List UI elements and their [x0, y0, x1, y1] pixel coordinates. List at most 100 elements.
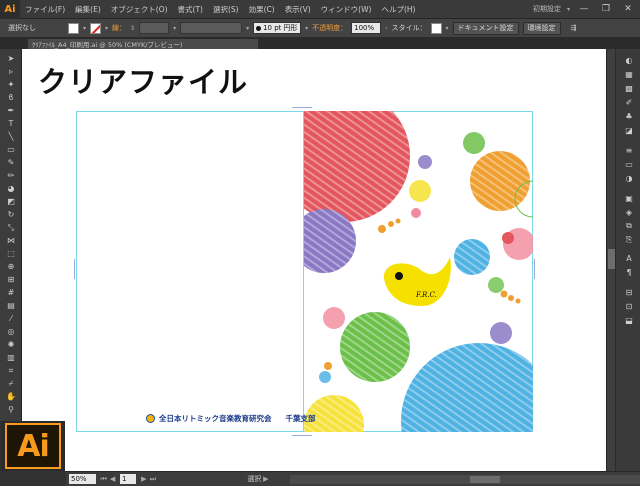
transparency-icon[interactable]: ◑	[621, 173, 637, 183]
graph-icon[interactable]: ▥	[4, 352, 18, 363]
eyedropper-icon[interactable]: ⁄	[4, 313, 18, 324]
slice-icon[interactable]: ⌿	[4, 378, 18, 389]
transform-icon[interactable]: ⬓	[621, 315, 637, 325]
stroke-dropdown-icon[interactable]: ▾	[105, 25, 108, 32]
document-tab[interactable]: ｸﾘｱﾌｧｲﾙ_A4_印刷用.ai @ 50% (CMYK/プレビュー)	[28, 39, 258, 49]
next-artboard-icon[interactable]: ▶	[139, 475, 148, 483]
artboard-number-field[interactable]: 1	[120, 474, 137, 484]
fill-dropdown-icon[interactable]: ▾	[83, 25, 86, 32]
zoom-icon[interactable]: ⚲	[4, 404, 18, 415]
swatches-icon[interactable]: ▩	[621, 83, 637, 93]
appearance-icon[interactable]: ▣	[621, 193, 637, 203]
canvas-title-text[interactable]: クリアファイル	[38, 59, 248, 101]
first-artboard-icon[interactable]: ⏮	[99, 475, 108, 484]
selection-icon[interactable]: ➤	[4, 53, 18, 64]
shape-builder-icon[interactable]: ⊕	[4, 261, 18, 272]
close-icon[interactable]: ✕	[620, 3, 636, 15]
menu-help[interactable]: ヘルプ(H)	[376, 4, 420, 15]
opacity-dropdown-icon[interactable]: ›	[385, 25, 387, 32]
ai-badge: Ai	[1, 421, 65, 471]
opacity-label[interactable]: 不透明度：	[312, 23, 347, 33]
vertical-scroll-thumb[interactable]	[608, 249, 615, 269]
current-tool-status[interactable]: 選択	[247, 474, 261, 484]
brushes-icon[interactable]: ✐	[621, 97, 637, 107]
opacity-field[interactable]: 100%	[351, 22, 382, 34]
pencil-icon[interactable]: ✏	[4, 170, 18, 181]
arrange-documents-icon[interactable]: ⇶	[571, 24, 577, 32]
brush-dropdown-icon[interactable]: ▾	[305, 25, 308, 32]
direct-selection-icon[interactable]: ▹	[4, 66, 18, 77]
vertical-scrollbar[interactable]	[607, 49, 616, 471]
app-logo[interactable]: Ai	[0, 0, 20, 19]
workspace-switcher[interactable]: 初期設定	[533, 4, 561, 14]
graphic-style-swatch[interactable]	[430, 22, 442, 34]
purple-small-circle	[418, 155, 432, 169]
menu-view[interactable]: 表示(V)	[280, 4, 316, 15]
menu-edit[interactable]: 編集(E)	[70, 4, 106, 15]
fill-swatch[interactable]	[68, 22, 79, 34]
style-dropdown-icon[interactable]: ▾	[446, 25, 449, 32]
rotate-icon[interactable]: ↻	[4, 209, 18, 220]
layers-icon[interactable]: ◈	[621, 207, 637, 217]
menu-file[interactable]: ファイル(F)	[20, 4, 70, 15]
previous-artboard-icon[interactable]: ◀	[108, 475, 117, 483]
align-icon[interactable]: ⊟	[621, 287, 637, 297]
menu-effect[interactable]: 効果(C)	[244, 4, 280, 15]
document-canvas[interactable]: クリアファイル F.R.C. 全日本リトミック音楽教育研究会 千葉支部	[22, 49, 606, 471]
stroke-icon[interactable]: ≡	[621, 145, 637, 155]
preferences-button[interactable]: 環境設定	[522, 21, 561, 35]
hand-icon[interactable]: ✋	[4, 391, 18, 402]
character-icon[interactable]: A	[621, 253, 637, 263]
menu-select[interactable]: 選択(S)	[208, 4, 244, 15]
paragraph-icon[interactable]: ¶	[621, 267, 637, 277]
workspace-dropdown-icon[interactable]: ▾	[567, 6, 570, 13]
stroke-swatch[interactable]	[90, 22, 102, 34]
horizontal-scrollbar[interactable]	[290, 474, 640, 484]
status-menu-icon[interactable]: ▶	[261, 475, 270, 483]
gradient-panel-icon[interactable]: ▭	[621, 159, 637, 169]
minimize-icon[interactable]: —	[576, 3, 592, 15]
gradient-icon[interactable]: ▤	[4, 300, 18, 311]
graphic-styles-icon[interactable]: ◪	[621, 125, 637, 135]
mesh-icon[interactable]: #	[4, 287, 18, 298]
free-transform-icon[interactable]: ⬚	[4, 248, 18, 259]
menu-window[interactable]: ウィンドウ(W)	[316, 4, 377, 15]
menu-object[interactable]: オブジェクト(O)	[106, 4, 173, 15]
last-artboard-icon[interactable]: ⏭	[148, 475, 157, 484]
brush-definition-field[interactable]: 10 pt 円形	[253, 22, 302, 34]
artboards-icon[interactable]: ⧉	[621, 221, 637, 231]
perspective-icon[interactable]: ⊞	[4, 274, 18, 285]
watercolor-artwork[interactable]: F.R.C.	[304, 111, 533, 432]
pathfinder-icon[interactable]: ⊡	[621, 301, 637, 311]
restore-icon[interactable]: ❐	[598, 3, 614, 15]
symbol-sprayer-icon[interactable]: ✺	[4, 339, 18, 350]
magic-wand-icon[interactable]: ✦	[4, 79, 18, 90]
blob-brush-icon[interactable]: ◕	[4, 183, 18, 194]
scale-icon[interactable]: ⤡	[4, 222, 18, 233]
blend-icon[interactable]: ◎	[4, 326, 18, 337]
pen-icon[interactable]: ✒	[4, 105, 18, 116]
document-setup-button[interactable]: ドキュメント設定	[452, 21, 519, 35]
eraser-icon[interactable]: ◩	[4, 196, 18, 207]
stroke-stepper-icon[interactable]: ⇕	[130, 25, 135, 32]
links-icon[interactable]: ⎘	[621, 235, 637, 245]
rectangle-icon[interactable]: ▭	[4, 144, 18, 155]
symbols-icon[interactable]: ♣	[621, 111, 637, 121]
color-panel-icon[interactable]: ◐	[621, 55, 637, 65]
variable-width-dropdown-icon[interactable]: ▾	[246, 25, 249, 32]
stroke-label[interactable]: 線：	[112, 23, 126, 33]
line-icon[interactable]: ╲	[4, 131, 18, 142]
horizontal-scroll-thumb[interactable]	[470, 475, 501, 483]
paintbrush-icon[interactable]: ✎	[4, 157, 18, 168]
stroke-weight-dropdown-icon[interactable]: ▾	[173, 25, 176, 32]
lasso-icon[interactable]: ϐ	[4, 92, 18, 103]
width-icon[interactable]: ⋈	[4, 235, 18, 246]
color-guide-icon[interactable]: ▦	[621, 69, 637, 79]
zoom-field[interactable]: 50%	[69, 474, 97, 484]
menu-type[interactable]: 書式(T)	[173, 4, 208, 15]
type-icon[interactable]: T	[4, 118, 18, 129]
artboard-icon[interactable]: ⌗	[4, 365, 18, 376]
yellow-small-circle	[409, 180, 431, 202]
stroke-weight-field[interactable]	[139, 22, 170, 34]
variable-width-field[interactable]	[180, 22, 243, 34]
